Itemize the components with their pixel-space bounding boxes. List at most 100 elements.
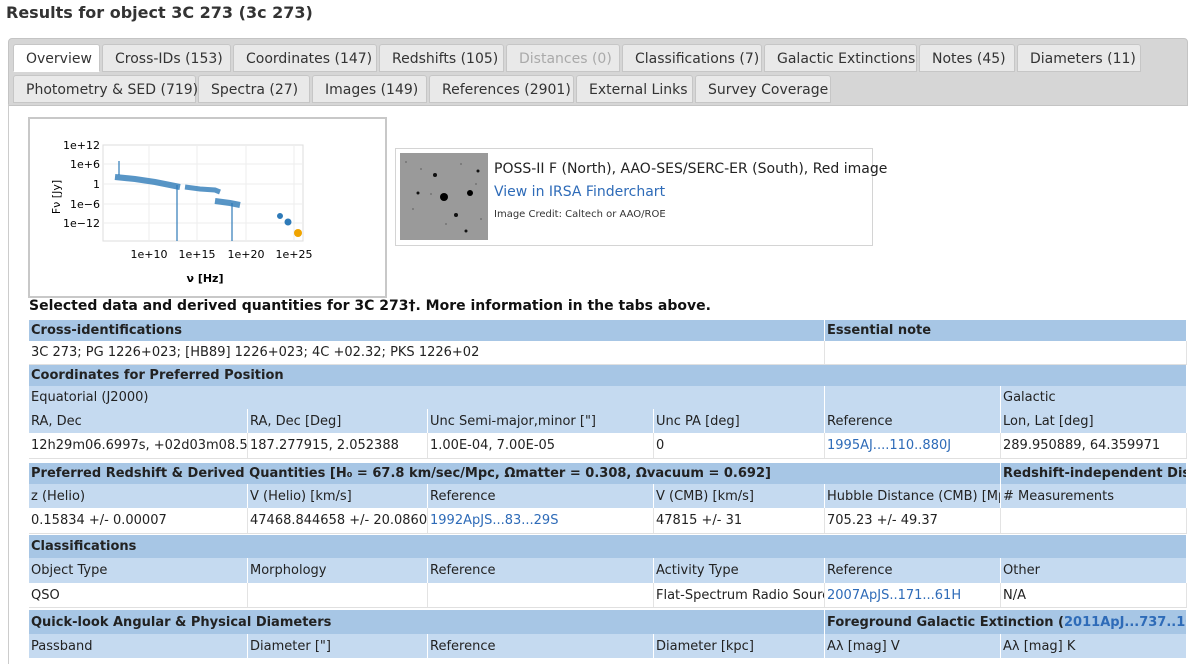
col-header: Passband: [29, 634, 248, 658]
tab-cross-ids[interactable]: Cross-IDs (153): [102, 44, 231, 72]
col-header: Diameter ["]: [248, 634, 428, 658]
sed-plot[interactable]: 1e+12 1e+6 1 1e−6 1e−12 1e+10 1e+15 1e+2…: [28, 117, 387, 298]
coords-reference-link[interactable]: 1995AJ....110..880J: [825, 433, 1001, 458]
coords-subheader-row: Equatorial (J2000) Galactic: [29, 386, 1187, 409]
extinction-header: Foreground Galactic Extinction (2011ApJ.…: [825, 610, 1187, 634]
x-axis-label: ν [Hz]: [187, 272, 224, 285]
y-tick-label: 1e+6: [70, 158, 100, 171]
tab-overview[interactable]: Overview: [13, 44, 100, 72]
col-header: RA, Dec [Deg]: [248, 409, 428, 433]
redshift-header-row: Preferred Redshift & Derived Quantities …: [29, 463, 1187, 484]
table-cell: 47468.844658 +/- 20.086098: [248, 508, 428, 533]
crossid-header: Cross-identifications: [29, 320, 825, 341]
essential-note-value: [825, 341, 1187, 364]
x-tick-label: 1e+20: [228, 248, 265, 261]
empty-cell: [825, 386, 1001, 409]
image-card: POSS-II F (North), AAO-SES/SERC-ER (Sout…: [395, 148, 887, 246]
col-header: Unc Semi-major,minor ["]: [428, 409, 654, 433]
crossid-row: 3C 273; PG 1226+023; [HB89] 1226+023; 4C…: [29, 341, 1187, 365]
table-cell: [248, 583, 428, 607]
tab-photometry-sed[interactable]: Photometry & SED (719): [13, 75, 198, 103]
diam-header: Quick-look Angular & Physical Diameters: [29, 610, 825, 634]
extinction-header-text: Foreground Galactic Extinction (: [827, 614, 1065, 630]
coords-data-row: 12h29m06.6997s, +02d03m08.598s 187.27791…: [29, 433, 1187, 459]
tab-notes[interactable]: Notes (45): [919, 44, 1015, 72]
classif-data-row: QSO Flat-Spectrum Radio Source, 2007ApJS…: [29, 583, 1187, 608]
col-header: Reference: [428, 634, 654, 658]
col-header: Other: [1001, 558, 1187, 583]
col-header: Object Type: [29, 558, 248, 583]
col-header: RA, Dec: [29, 409, 248, 433]
col-header: # Measurements: [1001, 484, 1187, 508]
table-cell: QSO: [29, 583, 248, 607]
y-tick-label: 1e−12: [63, 217, 100, 230]
col-header: Reference: [428, 558, 654, 583]
galactic-label: Galactic: [1001, 386, 1187, 409]
selected-data-heading: Selected data and derived quantities for…: [29, 298, 711, 314]
diam-col-row: Passband Diameter ["] Reference Diameter…: [29, 634, 1187, 658]
y-tick-label: 1e+12: [63, 139, 100, 152]
irsa-finderchart-link[interactable]: View in IRSA Finderchart: [494, 184, 665, 200]
tab-coordinates[interactable]: Coordinates (147): [233, 44, 377, 72]
image-title: POSS-II F (North), AAO-SES/SERC-ER (Sout…: [494, 161, 888, 177]
redshift-data-row: 0.15834 +/- 0.00007 47468.844658 +/- 20.…: [29, 508, 1187, 534]
col-header: Lon, Lat [deg]: [1001, 409, 1187, 433]
col-header: z (Helio): [29, 484, 248, 508]
essential-note-header: Essential note: [825, 320, 1187, 341]
redshift-reference-link[interactable]: 1992ApJS...83...29S: [428, 508, 654, 533]
redshift-indep-header: Redshift-independent Distar: [1001, 463, 1187, 484]
tab-images[interactable]: Images (149): [312, 75, 427, 103]
table-cell: 0: [654, 433, 825, 458]
sed-chart: 1e+12 1e+6 1 1e−6 1e−12 1e+10 1e+15 1e+2…: [50, 139, 313, 285]
coords-col-row: RA, Dec RA, Dec [Deg] Unc Semi-major,min…: [29, 409, 1187, 433]
tab-classifications[interactable]: Classifications (7): [622, 44, 762, 72]
tab-survey-coverage[interactable]: Survey Coverage: [695, 75, 831, 103]
classif-header: Classifications: [29, 535, 1187, 558]
equatorial-label: Equatorial (J2000): [29, 386, 825, 409]
col-header: Aλ [mag] K: [1001, 634, 1187, 658]
table-cell: Flat-Spectrum Radio Source,: [654, 583, 825, 607]
col-header: Morphology: [248, 558, 428, 583]
classif-reference-link[interactable]: 2007ApJS..171...61H: [825, 583, 1001, 607]
table-cell: [428, 583, 654, 607]
tab-redshifts[interactable]: Redshifts (105): [379, 44, 504, 72]
extinction-reference-link[interactable]: 2011ApJ...737..103S: [1064, 615, 1186, 630]
table-cell: [1001, 508, 1187, 533]
classif-col-row: Object Type Morphology Reference Activit…: [29, 558, 1187, 583]
image-credit: Image Credit: Caltech or AAO/ROE: [494, 209, 666, 220]
table-cell: 705.23 +/- 49.37: [825, 508, 1001, 533]
tab-diameters[interactable]: Diameters (11): [1017, 44, 1141, 72]
x-tick-label: 1e+25: [276, 248, 313, 261]
tab-external-links[interactable]: External Links: [576, 75, 693, 103]
y-tick-label: 1e−6: [70, 198, 100, 211]
table-cell: 187.277915, 2.052388: [248, 433, 428, 458]
crossid-header-row: Cross-identifications Essential note: [29, 320, 1187, 341]
page-title: Results for object 3C 273 (3c 273): [6, 3, 313, 22]
coords-header-row: Coordinates for Preferred Position: [29, 365, 1187, 386]
col-header: Reference: [825, 558, 1001, 583]
table-cell: 289.950889, 64.359971: [1001, 433, 1187, 458]
y-axis-label: Fν [Jy]: [50, 180, 63, 214]
col-header: Reference: [825, 409, 1001, 433]
col-header: V (Helio) [km/s]: [248, 484, 428, 508]
col-header: Hubble Distance (CMB) [Mpc]: [825, 484, 1001, 508]
tab-spectra[interactable]: Spectra (27): [198, 75, 310, 103]
y-tick-label: 1: [93, 178, 100, 191]
table-cell: 12h29m06.6997s, +02d03m08.598s: [29, 433, 248, 458]
tab-references[interactable]: References (2901): [429, 75, 574, 103]
tab-bar: Overview Cross-IDs (153) Coordinates (14…: [8, 38, 1188, 106]
x-tick-label: 1e+10: [131, 248, 168, 261]
coords-header: Coordinates for Preferred Position: [29, 365, 1187, 386]
col-header: V (CMB) [km/s]: [654, 484, 825, 508]
tab-distances: Distances (0): [506, 44, 620, 72]
classif-header-row: Classifications: [29, 535, 1187, 558]
col-header: Reference: [428, 484, 654, 508]
diam-header-row: Quick-look Angular & Physical Diameters …: [29, 610, 1187, 634]
table-cell: 47815 +/- 31: [654, 508, 825, 533]
sky-image-thumbnail[interactable]: [400, 153, 488, 240]
col-header: Unc PA [deg]: [654, 409, 825, 433]
redshift-col-row: z (Helio) V (Helio) [km/s] Reference V (…: [29, 484, 1187, 508]
tab-galactic-extinctions[interactable]: Galactic Extinctions: [764, 44, 917, 72]
overview-panel: 1e+12 1e+6 1 1e−6 1e−12 1e+10 1e+15 1e+2…: [8, 104, 1187, 664]
col-header: Aλ [mag] V: [825, 634, 1001, 658]
